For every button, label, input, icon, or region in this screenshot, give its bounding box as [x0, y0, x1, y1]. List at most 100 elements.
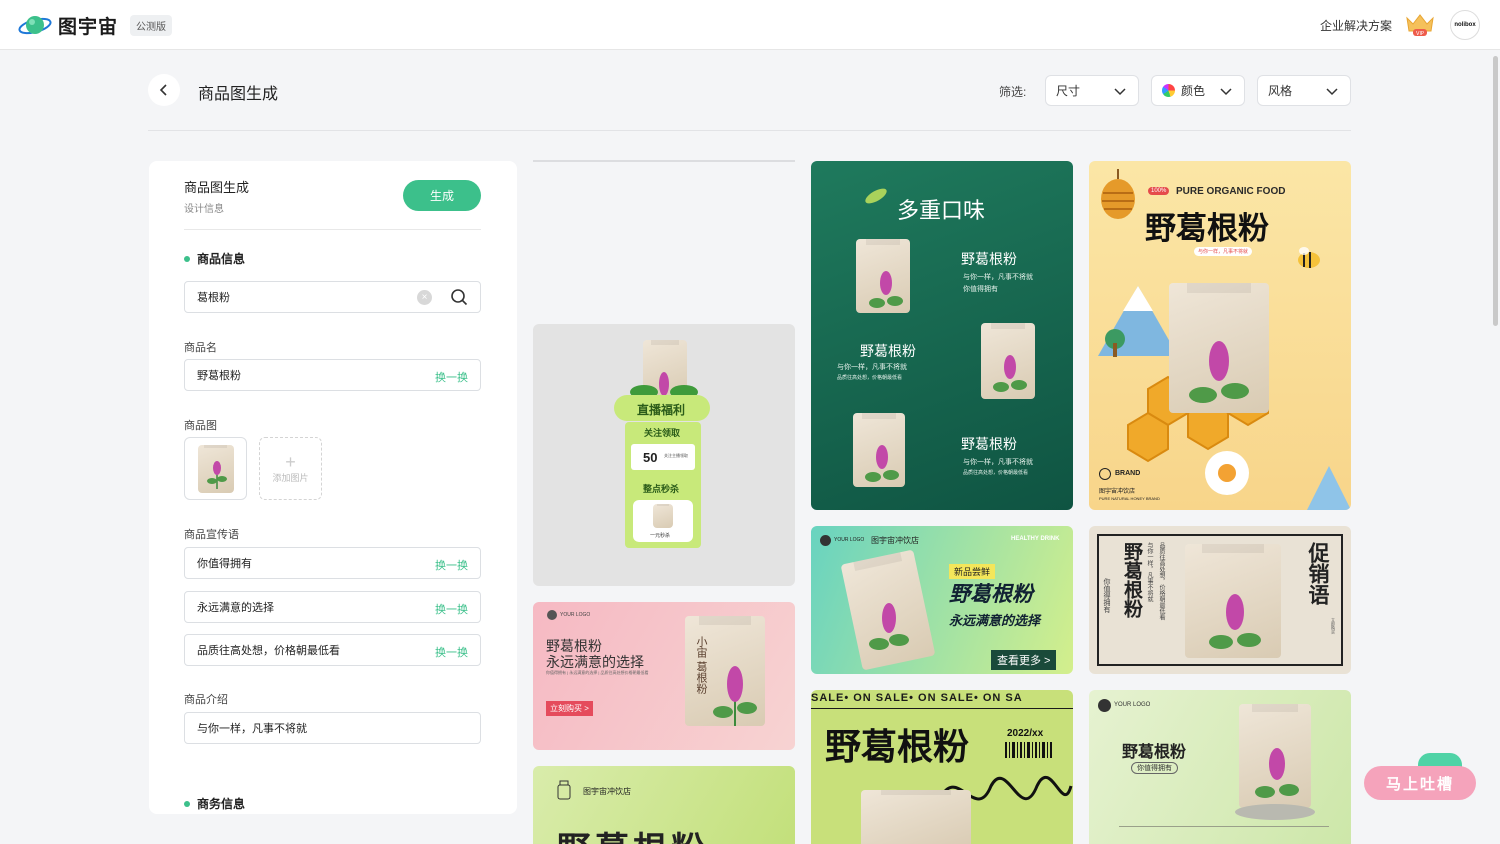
honey-title: 野葛根粉 — [1145, 211, 1269, 246]
honey-brand: BRAND — [1115, 470, 1141, 477]
template-card-sale[interactable]: SALE• ON SALE• ON SALE• ON SA 野葛根粉 2022/… — [811, 690, 1073, 844]
flavors-item-1: 野葛根粉 — [961, 252, 1017, 268]
size-filter-label: 尺寸 — [1056, 84, 1081, 98]
pink-logo: YOUR LOGO — [560, 612, 591, 618]
honey-pot-icon — [1101, 169, 1135, 219]
mint-tag: 你值得拥有 — [1131, 762, 1178, 774]
promo-c2: 与你一样，凡事不将就 — [1146, 542, 1152, 602]
clear-icon[interactable]: × — [417, 290, 432, 305]
product-image-thumbnail[interactable] — [184, 437, 247, 500]
slogan-field-1[interactable]: 你值得拥有 换一换 — [184, 547, 481, 579]
style-filter-dropdown[interactable]: 风格 — [1257, 75, 1351, 106]
bottle-icon — [557, 780, 571, 800]
product-name-field[interactable]: 野葛根粉 换一换 — [184, 359, 481, 391]
template-card-promo[interactable]: 野葛根粉 你值得拥有 与你一样，凡事不将就 品质往高处想，价格朝最低看 促销语 … — [1089, 526, 1351, 674]
green-small-shop: 图宇宙冲饮店 — [583, 787, 631, 796]
barcode-icon — [1005, 742, 1052, 758]
intro-label: 商品介绍 — [184, 694, 228, 706]
add-image-button[interactable]: + 添加图片 — [259, 437, 322, 500]
user-avatar[interactable]: nolibox — [1450, 10, 1480, 40]
banner-more-button[interactable]: 查看更多 > — [991, 650, 1057, 670]
leaf-icon — [865, 188, 887, 204]
swap-button[interactable]: 换一换 — [435, 369, 468, 385]
promo-c1: 你值得拥有 — [1103, 578, 1110, 613]
swap-button[interactable]: 换一换 — [435, 601, 468, 617]
section-dot — [184, 255, 190, 262]
panel-subtitle: 设计信息 — [184, 204, 224, 215]
banner-new: 新品尝鲜 — [949, 564, 996, 579]
planet-logo-icon — [18, 11, 52, 39]
generate-button[interactable]: 生成 — [403, 180, 481, 211]
feedback-button[interactable]: 马上吐槽 — [1364, 766, 1476, 800]
intro-value: 与你一样，凡事不将就 — [197, 723, 307, 735]
pink-cta[interactable]: 立刻购买 > — [546, 701, 593, 716]
section-dot — [184, 800, 190, 807]
flavors-title: 多重口味 — [897, 199, 986, 224]
product-name-value: 野葛根粉 — [197, 370, 241, 382]
template-card-honey[interactable]: 100% PURE ORGANIC FOOD 野葛根粉 与你一样，凡事不将就 B… — [1089, 161, 1351, 510]
template-card-live[interactable]: 直播福利 关注领取 50 关注主播领取 整点秒杀 一元秒杀 — [533, 324, 795, 586]
flavors-desc-6: 品质往高处想，价格朝最低看 — [963, 470, 1029, 476]
vip-crown-icon[interactable]: VIP — [1404, 12, 1436, 38]
sale-title: 野葛根粉 — [825, 726, 970, 767]
section-business-info: 商务信息 — [184, 795, 245, 812]
banner-sub: 永远满意的选择 — [949, 613, 1041, 628]
live-coupon-note: 关注主播领取 — [664, 453, 688, 458]
slogan-field-3[interactable]: 品质往高处想，价格朝最低看 换一换 — [184, 634, 481, 666]
size-filter-dropdown[interactable]: 尺寸 — [1045, 75, 1139, 106]
panel-title: 商品图生成 — [184, 180, 250, 195]
pink-small: 你值得拥有 | 永远满意的选择 | 品质往高处想价格朝最低看 — [546, 670, 649, 675]
flavors-desc-3: 与你一样，凡事不将就 — [837, 364, 907, 371]
template-card-banner[interactable]: YOUR LOGO 图宇宙冲饮店 HEALTHY DRINK 新品尝鲜 野葛根粉… — [811, 526, 1073, 674]
bee-icon — [1298, 247, 1320, 268]
honey-tagline: 与你一样，凡事不将就 — [1194, 247, 1253, 256]
vip-label: VIP — [1416, 31, 1424, 37]
page-title: 商品图生成 — [198, 86, 279, 103]
live-price: 一元秒杀 — [650, 533, 671, 539]
product-image-label: 商品图 — [184, 420, 217, 432]
template-card-mint[interactable]: YOUR LOGO 野葛根粉 你值得拥有 — [1089, 690, 1351, 844]
mint-logo: YOUR LOGO — [1114, 702, 1151, 708]
swap-button[interactable]: 换一换 — [435, 557, 468, 573]
product-name-label: 商品名 — [184, 342, 217, 354]
swap-button[interactable]: 换一换 — [435, 644, 468, 660]
add-image-label: 添加图片 — [272, 473, 309, 483]
section-product-info: 商品信息 — [184, 250, 245, 267]
loading-placeholder-line — [533, 160, 795, 162]
color-filter-dropdown[interactable]: 颜色 — [1151, 75, 1245, 106]
style-filter-label: 风格 — [1268, 84, 1293, 98]
flower-icon — [1205, 451, 1249, 495]
section-product-label: 商品信息 — [197, 252, 246, 266]
bag-label: 小宙 葛根粉 — [695, 636, 707, 695]
honey-shop: 图宇宙冲饮店 — [1099, 489, 1136, 495]
slogan-field-2[interactable]: 永远满意的选择 换一换 — [184, 591, 481, 623]
template-card-flavors[interactable]: 多重口味 野葛根粉 与你一样，凡事不将就 你值得拥有 野葛根粉 与你一样，凡事不… — [811, 161, 1073, 510]
mint-title: 野葛根粉 — [1122, 742, 1187, 761]
flavors-desc-2: 你值得拥有 — [963, 286, 998, 293]
beta-badge: 公测版 — [130, 14, 173, 36]
back-button[interactable] — [148, 74, 180, 106]
honey-top: PURE ORGANIC FOOD — [1176, 186, 1286, 197]
sale-date: 2022/xx — [1007, 728, 1044, 739]
product-search-input[interactable]: 葛根粉 × — [184, 281, 481, 313]
template-card-pink[interactable]: YOUR LOGO 野葛根粉 永远满意的选择 你值得拥有 | 永远满意的选择 |… — [533, 602, 795, 750]
banner-tag: HEALTHY DRINK — [1011, 536, 1060, 542]
promo-stamp: 立即购买 — [1331, 618, 1336, 634]
filter-label: 筛选: — [999, 85, 1027, 99]
flavors-item-2: 野葛根粉 — [860, 344, 916, 360]
brand-logo[interactable]: 图宇宙 公测版 — [18, 11, 173, 39]
slogan-value: 你值得拥有 — [197, 558, 252, 570]
flavors-desc-5: 与你一样，凡事不将就 — [963, 459, 1033, 466]
template-card-green-small[interactable]: 图宇宙冲饮店 野葛根粉 — [533, 766, 795, 844]
color-filter-label: 颜色 — [1181, 84, 1206, 98]
intro-field[interactable]: 与你一样，凡事不将就 — [184, 712, 481, 744]
scrollbar-thumb[interactable] — [1493, 56, 1498, 326]
banner-title: 野葛根粉 — [949, 583, 1033, 606]
enterprise-solutions-link[interactable]: 企业解决方案 — [1320, 17, 1392, 34]
search-icon[interactable] — [450, 288, 468, 306]
honey-brand-sub: PURE NATURAL HONEY BRAND — [1099, 496, 1160, 501]
live-follow: 关注领取 — [644, 428, 681, 438]
chevron-down-icon — [1326, 88, 1338, 96]
chevron-down-icon — [1114, 88, 1126, 96]
chevron-left-icon — [159, 84, 167, 96]
